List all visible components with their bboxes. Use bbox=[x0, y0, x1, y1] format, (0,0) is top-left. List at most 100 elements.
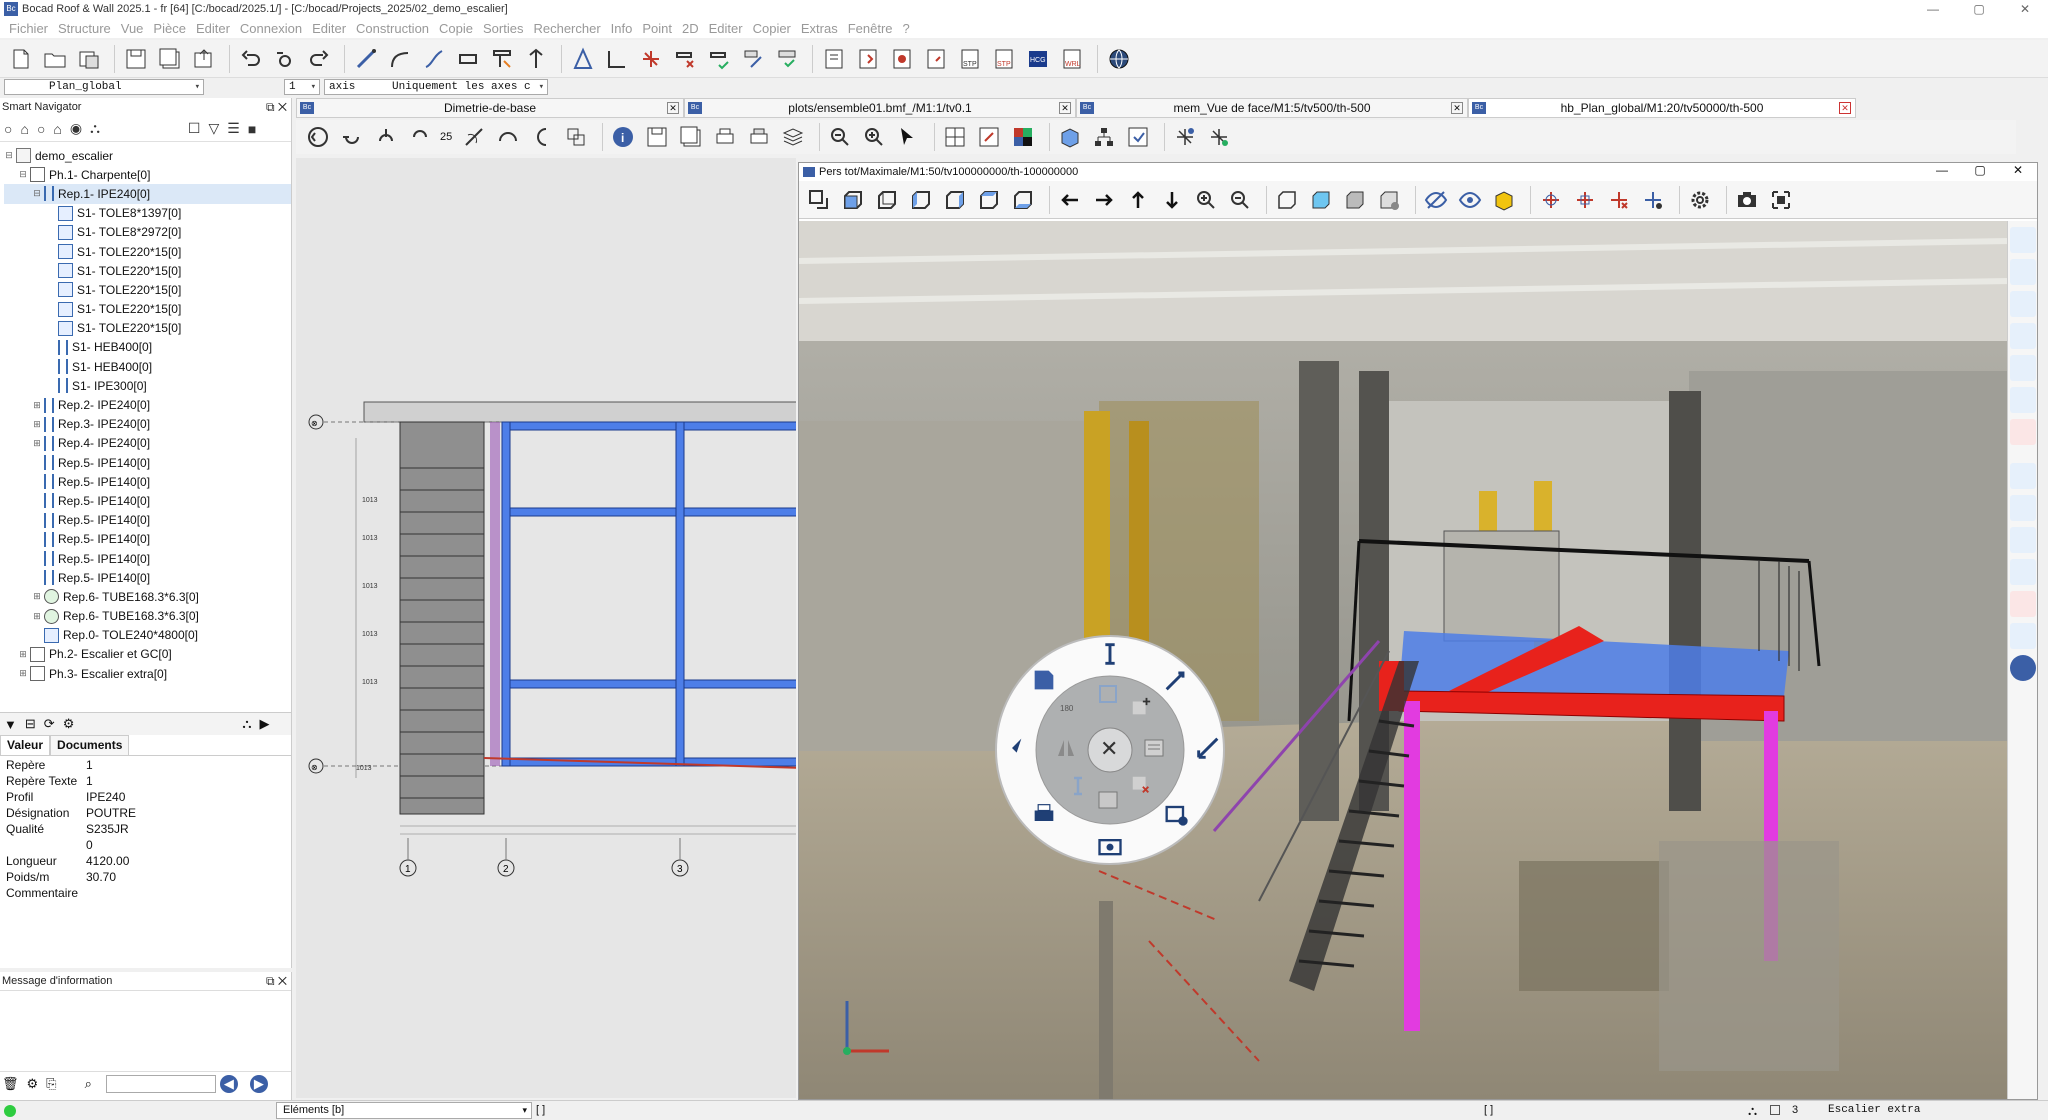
point-cloud-snap-icon[interactable] bbox=[2010, 623, 2036, 649]
insert-member-icon[interactable] bbox=[351, 44, 381, 74]
layers-icon[interactable] bbox=[779, 123, 807, 151]
menu-editer[interactable]: Editer bbox=[191, 21, 235, 36]
clash-remove-icon[interactable] bbox=[1605, 186, 1633, 214]
tree-item[interactable]: Rep.5- IPE140[0] bbox=[4, 472, 291, 491]
list-view-icon[interactable]: ☰ bbox=[227, 120, 240, 137]
property-value[interactable]: 1 bbox=[86, 758, 266, 774]
camera-icon[interactable] bbox=[1733, 186, 1761, 214]
columns-icon[interactable]: ⊟ bbox=[25, 716, 36, 732]
axis-filter-select[interactable]: axis Uniquement les axes c ▾ bbox=[324, 79, 548, 95]
tree-item[interactable]: Rep.5- IPE140[0] bbox=[4, 549, 291, 568]
point-cloud-remove-icon[interactable] bbox=[2010, 591, 2036, 617]
checkbox-icon[interactable]: ☐ bbox=[188, 120, 201, 137]
import-icon[interactable] bbox=[1124, 123, 1152, 151]
point-cloud-crop-icon[interactable] bbox=[2010, 527, 2036, 553]
drawing-icon[interactable] bbox=[819, 44, 849, 74]
drawing-export-icon[interactable] bbox=[853, 44, 883, 74]
split-icon[interactable] bbox=[521, 44, 551, 74]
wireframe-cube-icon[interactable] bbox=[1273, 186, 1301, 214]
draw-arc-icon[interactable] bbox=[460, 123, 488, 151]
arrow-down-icon[interactable] bbox=[1158, 186, 1186, 214]
property-value[interactable]: 1 bbox=[86, 774, 266, 790]
tree-item[interactable]: S1- TOLE220*15[0] bbox=[4, 242, 291, 261]
tree-item[interactable]: ⊟ Rep.1- IPE240[0] bbox=[4, 184, 291, 204]
tree-expander-icon[interactable]: ⊞ bbox=[18, 649, 28, 660]
tree-item[interactable]: Rep.5- IPE140[0] bbox=[4, 568, 291, 587]
clash-settings-icon[interactable] bbox=[1639, 186, 1667, 214]
triangle-icon[interactable] bbox=[568, 44, 598, 74]
property-value[interactable]: 30.70 bbox=[86, 870, 266, 886]
close-button[interactable]: ✕ bbox=[2002, 0, 2048, 18]
circle-filter-icon[interactable]: ○ bbox=[4, 121, 12, 137]
rotate-up-icon[interactable] bbox=[372, 123, 400, 151]
gear-icon[interactable]: ⚙ bbox=[63, 716, 75, 732]
grid-edit-icon[interactable] bbox=[975, 123, 1003, 151]
section-tool-icon[interactable] bbox=[2010, 259, 2036, 285]
close-tab-icon[interactable]: ✕ bbox=[1839, 102, 1851, 114]
radial-table-icon[interactable] bbox=[1096, 788, 1120, 812]
radial-mirror-icon[interactable] bbox=[1054, 736, 1078, 760]
menu-copier[interactable]: Copier bbox=[748, 21, 796, 36]
tree-item[interactable]: S1- HEB400[0] bbox=[4, 357, 291, 376]
tree-expander-icon[interactable]: ⊞ bbox=[32, 611, 42, 622]
undo-icon[interactable] bbox=[236, 44, 266, 74]
tree-item[interactable]: Rep.5- IPE140[0] bbox=[4, 511, 291, 530]
menu-info[interactable]: Info bbox=[606, 21, 638, 36]
save-drawing-icon[interactable] bbox=[643, 123, 671, 151]
menu-fichier[interactable]: Fichier bbox=[4, 21, 53, 36]
radial-close-button[interactable]: ✕ bbox=[1100, 736, 1118, 762]
tree-item[interactable]: ⊞ Rep.3- IPE240[0] bbox=[4, 415, 291, 434]
section-plane-icon[interactable] bbox=[2010, 291, 2036, 317]
stop-icon[interactable]: ■ bbox=[248, 121, 256, 137]
property-value[interactable]: 0 bbox=[86, 838, 266, 854]
gear-icon[interactable] bbox=[1686, 186, 1714, 214]
batch-edit-icon[interactable] bbox=[772, 44, 802, 74]
stp-export-icon[interactable]: STP bbox=[955, 44, 985, 74]
tree-item[interactable]: S1- TOLE8*1397[0] bbox=[4, 204, 291, 223]
tree-item[interactable]: ⊟ Ph.1- Charpente[0] bbox=[4, 165, 291, 184]
radial-stretch-icon[interactable] bbox=[1194, 734, 1222, 762]
phase-checkbox[interactable] bbox=[1770, 1105, 1780, 1115]
view-layer-icon[interactable] bbox=[2010, 463, 2036, 489]
tree-item[interactable]: S1- TOLE220*15[0] bbox=[4, 261, 291, 280]
menu-vue[interactable]: Vue bbox=[116, 21, 149, 36]
open-folder-icon[interactable] bbox=[40, 44, 70, 74]
menu-2d[interactable]: 2D bbox=[677, 21, 704, 36]
drawing-canvas[interactable]: ⊗ ⊗ 1013 1013 1013 1013 1013 1013 1 2 3 bbox=[296, 158, 796, 1098]
menu-editer-3[interactable]: Editer bbox=[704, 21, 748, 36]
rotate-left-icon[interactable] bbox=[338, 123, 366, 151]
tree-expander-icon[interactable]: ⊟ bbox=[4, 150, 14, 161]
circle-icon[interactable]: ○ bbox=[37, 121, 45, 137]
radial-print-icon[interactable] bbox=[1030, 800, 1058, 828]
target-icon[interactable]: ◉ bbox=[70, 120, 82, 137]
network-star-icon[interactable] bbox=[1171, 123, 1199, 151]
tree-expander-icon[interactable]: ⊞ bbox=[32, 438, 42, 449]
tree-item[interactable]: S1- HEB400[0] bbox=[4, 338, 291, 357]
cut-member-icon[interactable] bbox=[487, 44, 517, 74]
play-icon[interactable]: ▶ bbox=[259, 716, 269, 732]
arrow-right-icon[interactable] bbox=[1090, 186, 1118, 214]
tree-item[interactable]: S1- TOLE220*15[0] bbox=[4, 300, 291, 319]
menu-fenetre[interactable]: Fenêtre bbox=[843, 21, 898, 36]
export-icon[interactable] bbox=[189, 44, 219, 74]
settings-undo-icon[interactable] bbox=[270, 44, 300, 74]
tree-item[interactable]: ⊞ Rep.2- IPE240[0] bbox=[4, 395, 291, 414]
view-bottom-icon[interactable] bbox=[1009, 186, 1037, 214]
filter-icon[interactable]: ▼ bbox=[4, 717, 17, 732]
view-back-icon[interactable] bbox=[873, 186, 901, 214]
house-filter-icon[interactable]: ⌂ bbox=[53, 121, 61, 137]
radial-note-icon[interactable] bbox=[1030, 666, 1058, 694]
isolate-box-icon[interactable] bbox=[1490, 186, 1518, 214]
close-view-button[interactable]: ✕ bbox=[1999, 163, 2037, 177]
property-value[interactable]: IPE240 bbox=[86, 790, 266, 806]
tree-item[interactable]: Rep.5- IPE140[0] bbox=[4, 530, 291, 549]
measure-icon[interactable] bbox=[2010, 387, 2036, 413]
new-document-icon[interactable] bbox=[6, 44, 36, 74]
menu-copie[interactable]: Copie bbox=[434, 21, 478, 36]
radial-camera-icon[interactable] bbox=[1096, 832, 1124, 860]
save-icon[interactable] bbox=[121, 44, 151, 74]
cut-plane-icon[interactable] bbox=[2010, 355, 2036, 381]
property-value[interactable]: 4120.00 bbox=[86, 854, 266, 870]
tab-valeur[interactable]: Valeur bbox=[0, 735, 51, 755]
maximize-button[interactable]: ▢ bbox=[1956, 0, 2002, 18]
